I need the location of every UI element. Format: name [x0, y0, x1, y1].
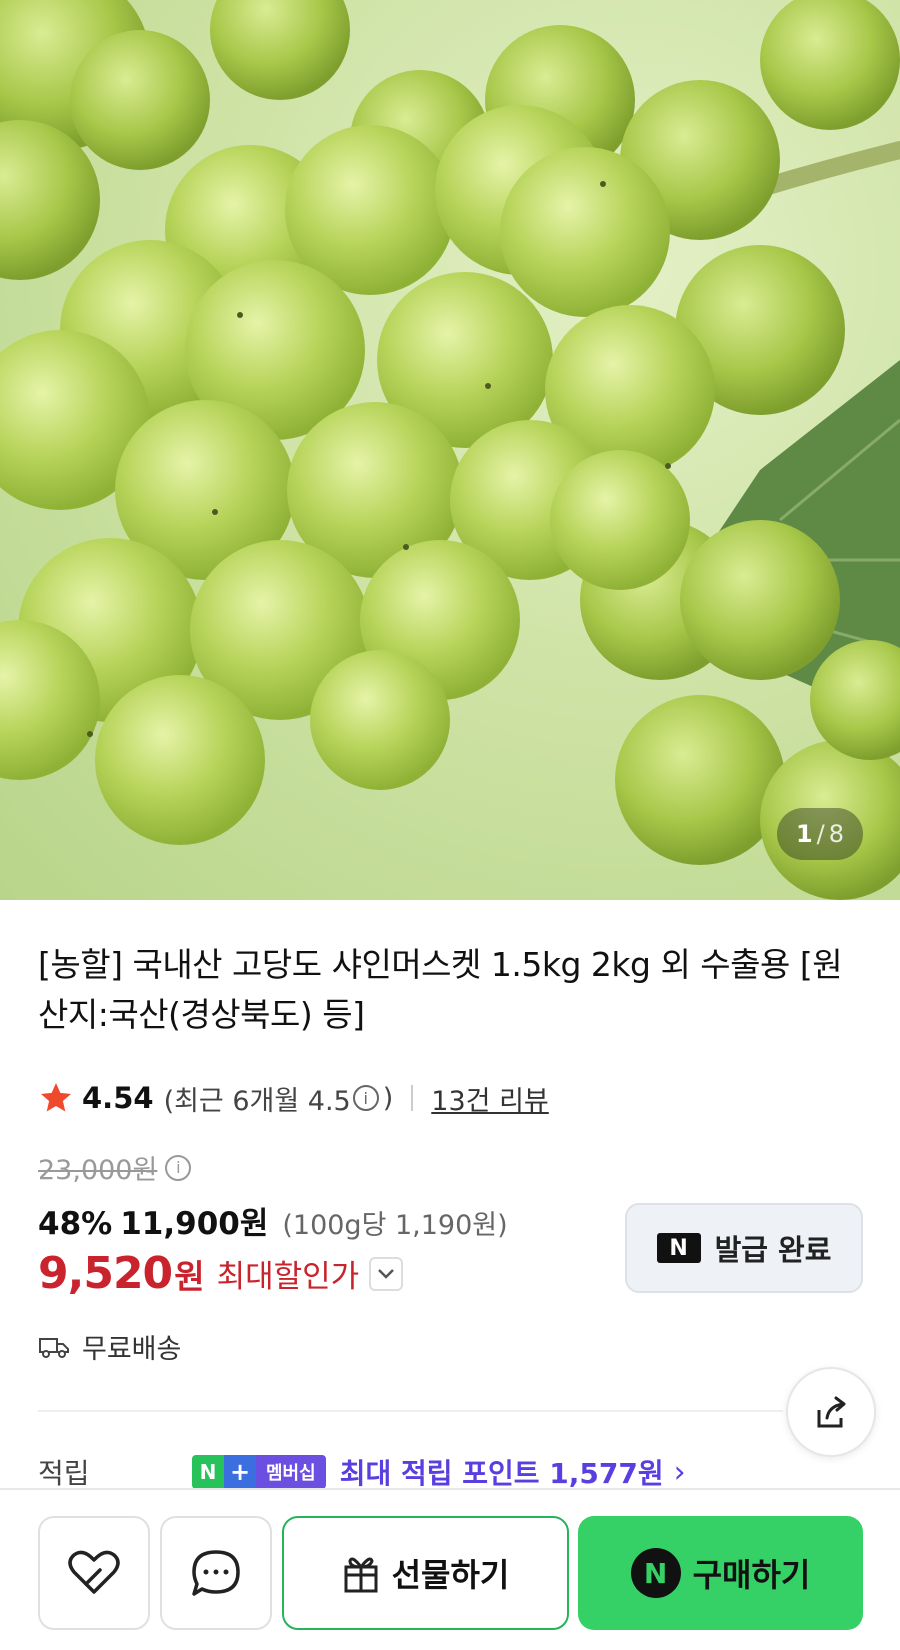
gift-button[interactable]: 선물하기: [282, 1516, 569, 1630]
gift-label: 선물하기: [391, 1556, 510, 1594]
star-icon: [41, 1083, 71, 1112]
coupon-issued-button[interactable]: N 발급 완료: [625, 1203, 863, 1293]
plus-icon: +: [224, 1455, 256, 1489]
points-row: 적립 N + 멤버십 최대 적립 포인트 1,577원 ›: [38, 1452, 686, 1492]
section-divider: [38, 1410, 783, 1412]
chat-button[interactable]: [160, 1516, 272, 1630]
shipping-label: 무료배송: [82, 1334, 182, 1365]
product-image-gallery[interactable]: 1 / 8: [0, 0, 900, 900]
truck-icon: [39, 1337, 69, 1358]
best-price-currency: 원: [174, 1256, 205, 1296]
membership-label: 멤버십: [256, 1455, 326, 1489]
chevron-down-icon: [378, 1268, 395, 1279]
share-button[interactable]: [786, 1367, 876, 1457]
shipping-row: 무료배송: [38, 1327, 181, 1366]
best-price: 9,520: [38, 1248, 173, 1299]
discount-percent: 48%: [38, 1206, 113, 1242]
recent-rating-suffix: ): [382, 1082, 394, 1114]
coupon-label: 발급 완료: [714, 1233, 832, 1267]
chevron-right-icon: ›: [673, 1454, 686, 1490]
bottom-action-bar: 선물하기 N 구매하기: [0, 1488, 900, 1650]
pager-current: 1: [795, 820, 813, 848]
divider: [411, 1085, 414, 1111]
chat-icon: [192, 1550, 240, 1596]
max-points-link[interactable]: 최대 적립 포인트 1,577원: [340, 1452, 664, 1492]
pager-separator: /: [816, 820, 825, 848]
points-label: 적립: [38, 1457, 90, 1490]
info-icon[interactable]: i: [165, 1154, 192, 1181]
sale-price: 11,900원: [120, 1206, 269, 1242]
gift-icon: [344, 1557, 378, 1593]
image-pager: 1 / 8: [777, 808, 863, 860]
share-icon: [817, 1396, 846, 1428]
best-price-label: 최대할인가: [216, 1259, 360, 1295]
heart-icon: [68, 1550, 120, 1594]
best-price-expand-button[interactable]: [369, 1256, 404, 1291]
original-price-row: 23,000원 i: [38, 1148, 195, 1187]
product-title: [농할] 국내산 고당도 샤인머스켓 1.5kg 2kg 외 수출용 [원산지:…: [38, 945, 843, 1034]
review-count-link[interactable]: 13건 리뷰: [431, 1079, 548, 1118]
sale-price-row: 48% 11,900원 (100g당 1,190원): [38, 1198, 508, 1243]
wishlist-button[interactable]: [38, 1516, 150, 1630]
original-price: 23,000원: [38, 1155, 158, 1186]
info-icon[interactable]: i: [352, 1085, 379, 1111]
product-photo-grapes: [0, 0, 900, 900]
naver-n-icon: N: [656, 1233, 701, 1263]
naver-n-icon: N: [630, 1548, 681, 1598]
buy-button[interactable]: N 구매하기: [578, 1516, 863, 1630]
buy-label: 구매하기: [692, 1556, 811, 1594]
pager-total: 8: [828, 820, 845, 848]
naver-n-icon: N: [192, 1455, 224, 1489]
rating-score: 4.54: [82, 1081, 154, 1115]
recent-rating-prefix: (최근 6개월 4.5: [163, 1085, 351, 1117]
unit-price: (100g당 1,190원): [282, 1210, 508, 1241]
rating-row: 4.54 (최근 6개월 4.5 i ) 13건 리뷰: [38, 1078, 549, 1118]
naver-plus-membership-badge: N + 멤버십: [192, 1455, 326, 1489]
best-price-row: 9,520 원 최대할인가: [38, 1248, 404, 1299]
